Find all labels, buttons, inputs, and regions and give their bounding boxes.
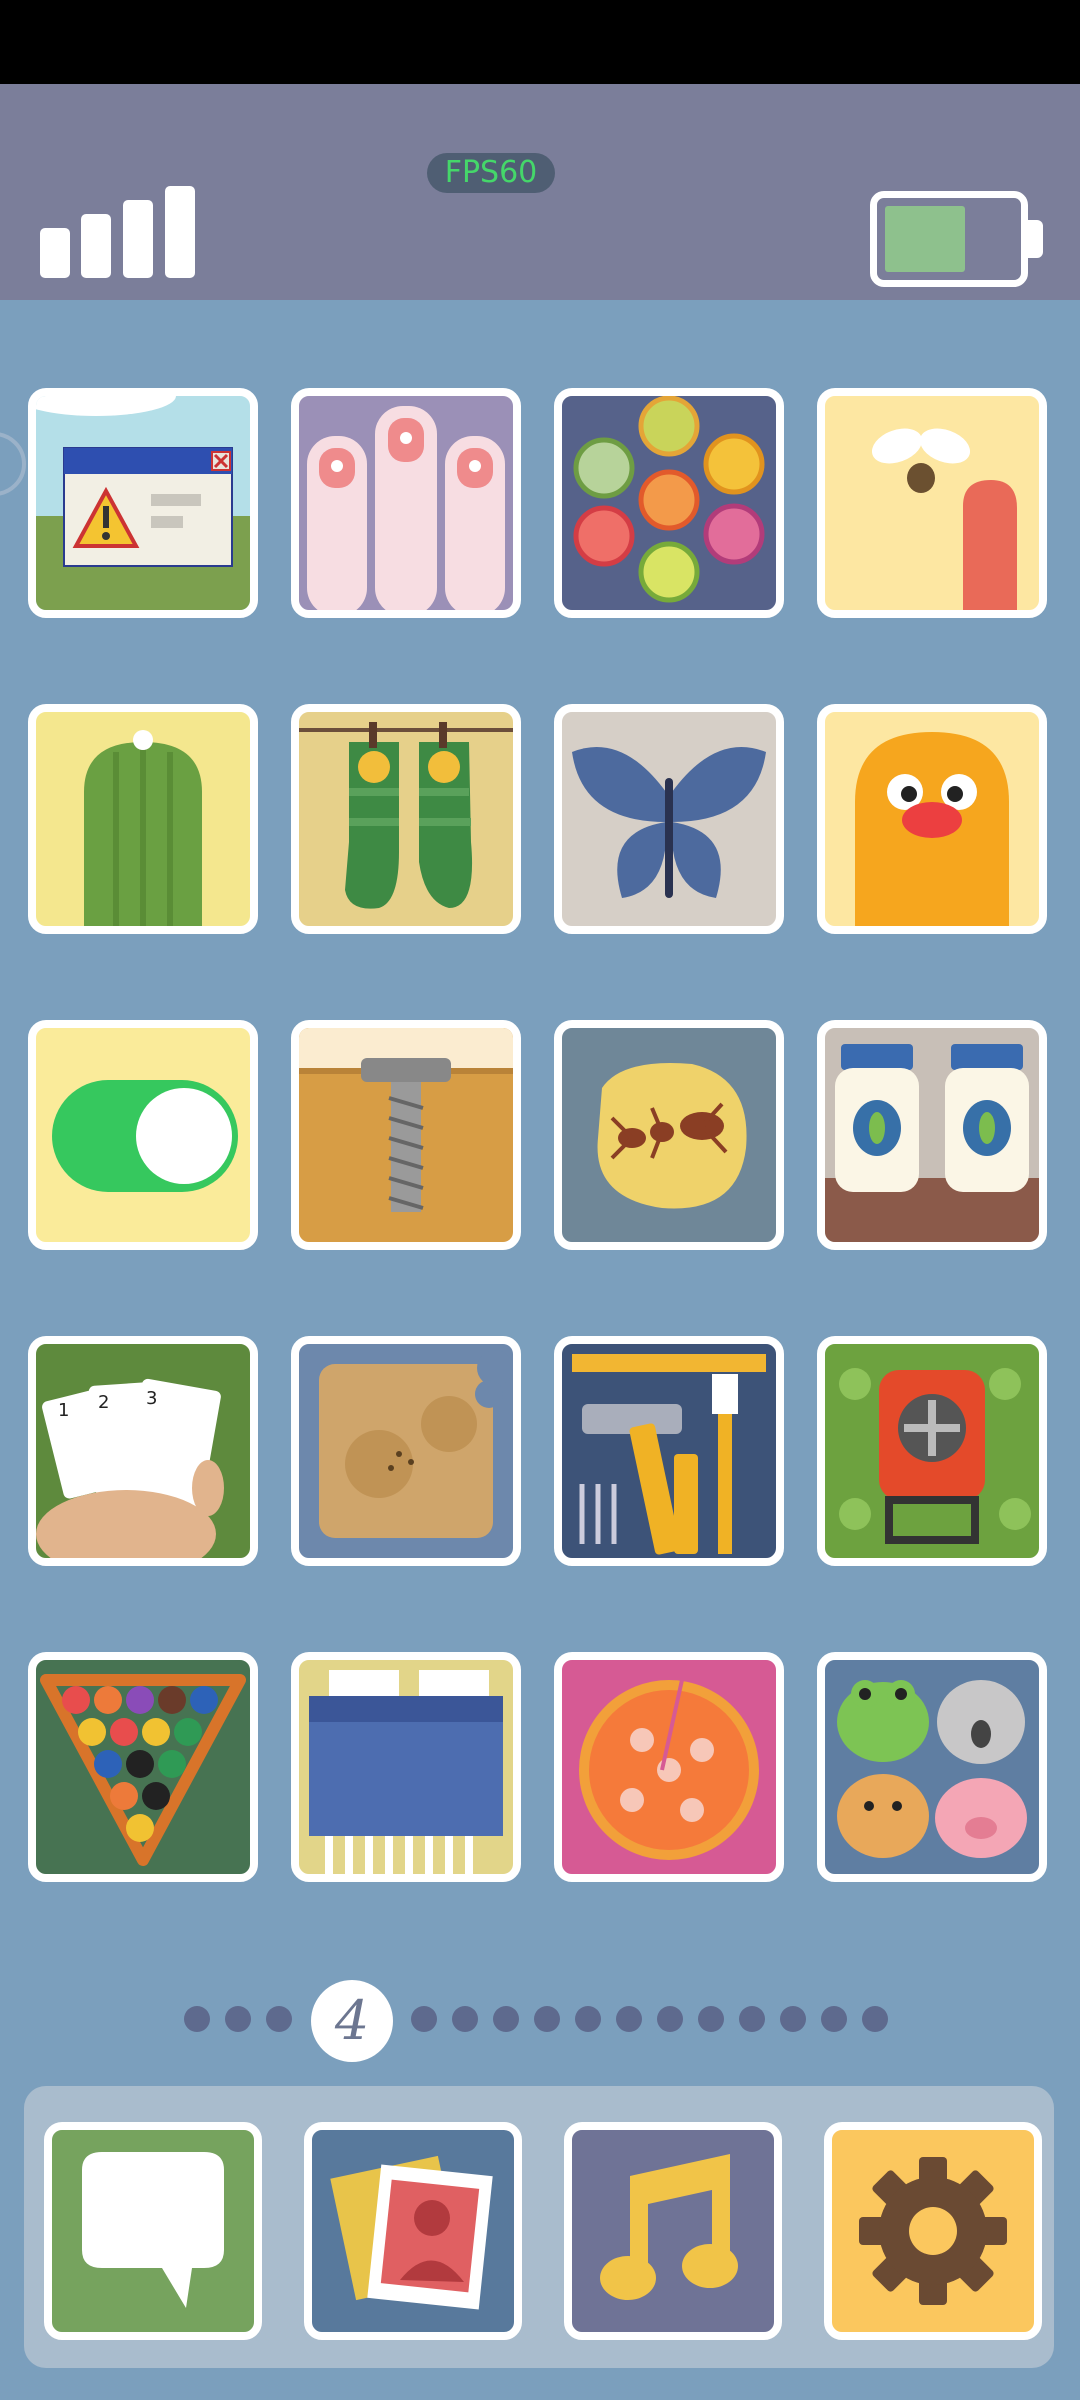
dock-settings[interactable] [824, 2122, 1042, 2340]
blue-butterfly-icon [572, 747, 766, 898]
app-toast[interactable] [291, 1336, 521, 1566]
app-tiger-socks[interactable] [291, 704, 521, 934]
app-butterfly[interactable] [554, 704, 784, 934]
page-dot[interactable] [493, 2006, 519, 2032]
app-pizza[interactable] [554, 1652, 784, 1882]
page-dot[interactable] [780, 2006, 806, 2032]
dock [24, 2086, 1054, 2368]
animal-faces-icon [837, 1680, 1027, 1858]
paper-shredder-icon [309, 1670, 503, 1874]
dock-photos[interactable] [304, 2122, 522, 2340]
page-dot[interactable] [452, 2006, 478, 2032]
battery-icon [870, 191, 1043, 287]
app-playing-cards[interactable]: 1 2 3 [28, 1336, 258, 1566]
app-screw[interactable] [291, 1020, 521, 1250]
app-fruit-slices[interactable] [554, 388, 784, 618]
app-lawn-mower[interactable] [817, 1336, 1047, 1566]
app-cucumber[interactable] [28, 704, 258, 934]
settings-gear-icon [859, 2157, 1007, 2305]
app-orange-blob[interactable] [817, 704, 1047, 934]
fingernails-icon [307, 406, 505, 610]
fruit-slices-icon [573, 396, 765, 603]
tiger-socks-icon [299, 722, 513, 909]
lawn-mower-icon [839, 1368, 1031, 1544]
top-black-bar [0, 0, 1080, 84]
music-icon [600, 2154, 738, 2300]
page-dot[interactable] [184, 2006, 210, 2032]
messages-icon [82, 2152, 224, 2308]
current-page-indicator: 4 [311, 1980, 393, 2062]
pickle-jars-icon [825, 1044, 1039, 1242]
svg-text:1: 1 [58, 1400, 69, 1421]
page-dot[interactable] [575, 2006, 601, 2032]
app-shredder[interactable] [291, 1652, 521, 1882]
cucumber-icon [84, 730, 202, 926]
toggle-switch-icon [52, 1080, 238, 1192]
playing-cards-icon: 1 2 3 [36, 1378, 224, 1558]
fps-counter: FPS60 [427, 153, 555, 193]
page-dot[interactable] [657, 2006, 683, 2032]
pool-balls-rack-icon [40, 1674, 246, 1866]
page-dot[interactable] [739, 2006, 765, 2032]
app-animal-faces[interactable] [817, 1652, 1047, 1882]
photos-icon [330, 2155, 493, 2310]
app-fingernails[interactable] [291, 388, 521, 618]
app-pool-balls[interactable] [28, 1652, 258, 1882]
side-sleep-handle[interactable] [0, 432, 26, 496]
ant-on-cracker-icon [597, 1063, 747, 1209]
page-dot[interactable] [534, 2006, 560, 2032]
app-error-dialog[interactable] [28, 388, 258, 618]
app-ant-cracker[interactable] [554, 1020, 784, 1250]
error-dialog-icon [36, 396, 250, 610]
page-dot[interactable] [821, 2006, 847, 2032]
bitten-toast-icon [319, 1350, 513, 1538]
svg-text:3: 3 [146, 1388, 157, 1409]
app-tool-kit[interactable] [554, 1336, 784, 1566]
dock-music[interactable] [564, 2122, 782, 2340]
tool-kit-icon [572, 1354, 766, 1555]
orange-blob-face-icon [855, 732, 1009, 926]
svg-text:2: 2 [98, 1392, 109, 1413]
dock-messages[interactable] [44, 2122, 262, 2340]
pizza-icon [579, 1679, 759, 1860]
page-dot[interactable] [698, 2006, 724, 2032]
app-fly-and-finger[interactable] [817, 388, 1047, 618]
app-toggle-switch[interactable] [28, 1020, 258, 1250]
page-dot[interactable] [862, 2006, 888, 2032]
fly-and-finger-icon [871, 428, 1017, 610]
page-dot[interactable] [411, 2006, 437, 2032]
screw-in-wood-icon [299, 1028, 513, 1212]
page-dot[interactable] [616, 2006, 642, 2032]
page-dot[interactable] [266, 2006, 292, 2032]
app-pickle-jars[interactable] [817, 1020, 1047, 1250]
page-dot[interactable] [225, 2006, 251, 2032]
